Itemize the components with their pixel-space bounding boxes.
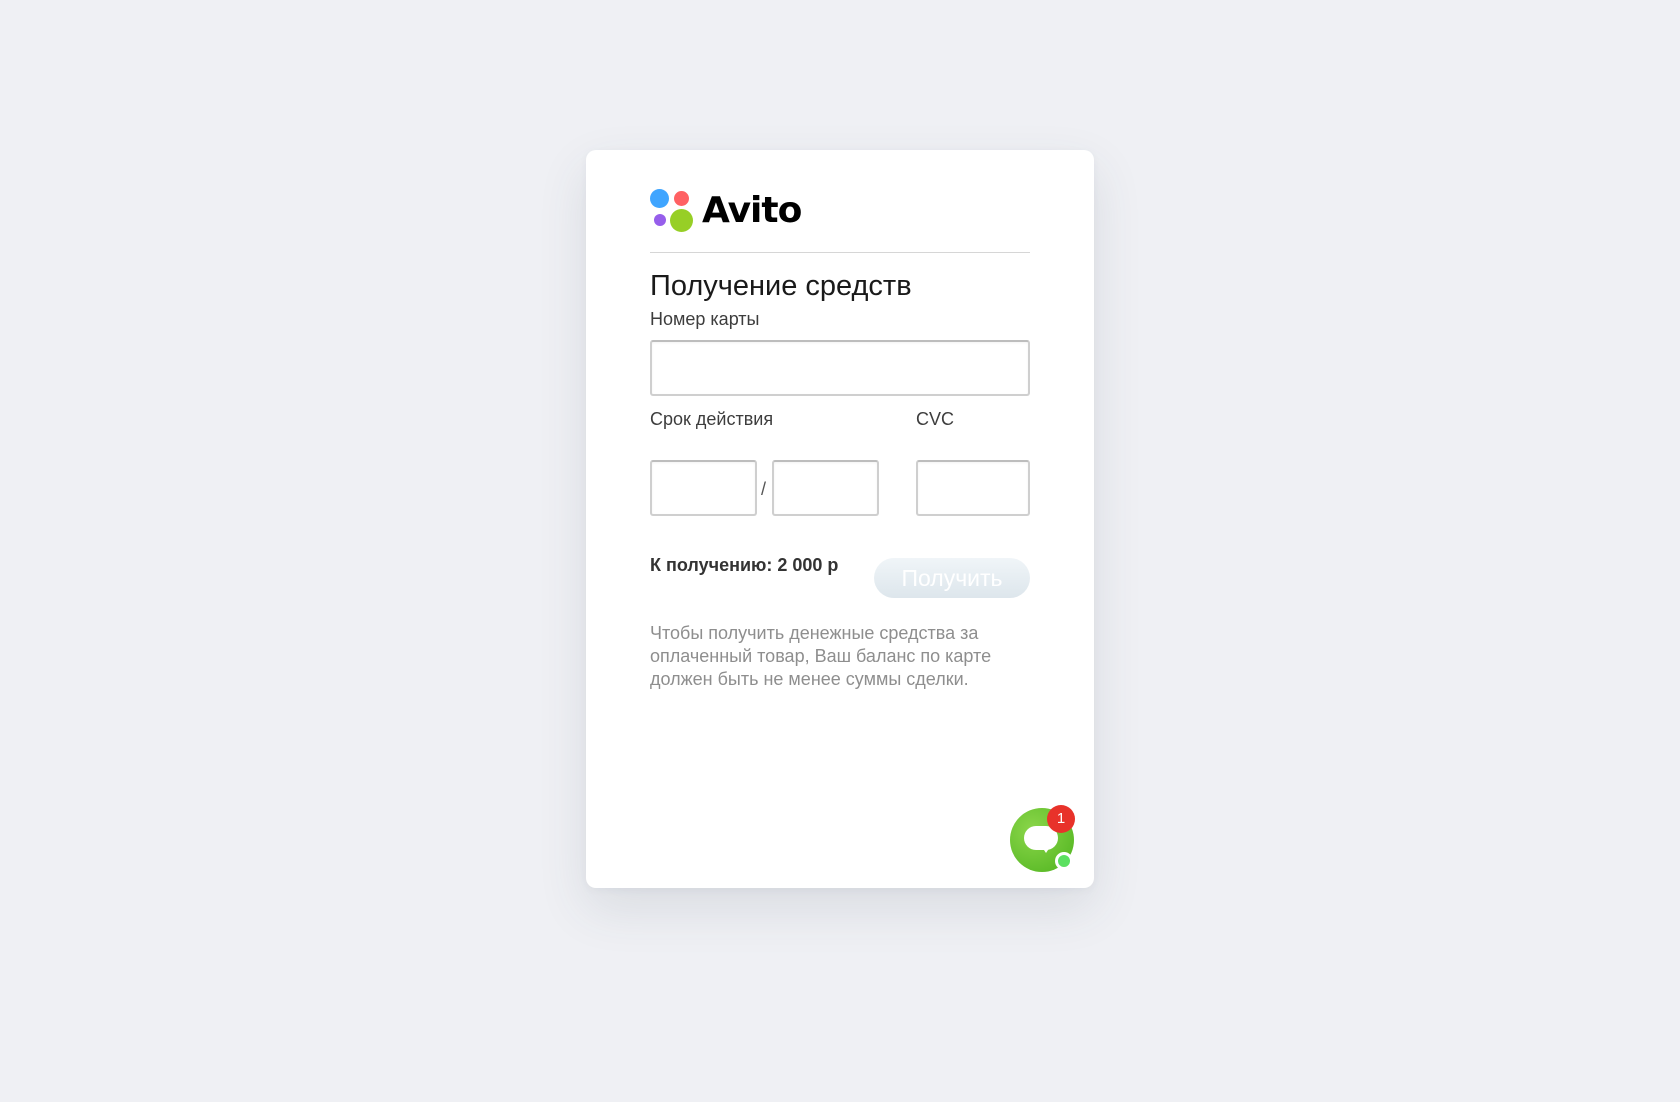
cvc-label: CVC <box>916 409 955 429</box>
receive-button[interactable]: Получить <box>874 558 1030 598</box>
logo-wordmark: Avito <box>702 190 802 231</box>
logo-dot-green <box>670 209 693 232</box>
expiry-label: Срок действия <box>650 409 774 429</box>
header-divider <box>650 252 1030 253</box>
avito-logo: Avito <box>650 188 802 234</box>
expiry-separator: / <box>761 479 767 499</box>
balance-note: Чтобы получить денежные средства за опла… <box>650 623 992 689</box>
unread-badge: 1 <box>1047 805 1075 833</box>
online-status-icon <box>1055 852 1073 870</box>
logo-dot-purple <box>654 214 666 226</box>
expiry-month-input[interactable] <box>650 460 757 516</box>
logo-dot-red <box>674 191 689 206</box>
card-number-input[interactable] <box>650 340 1030 396</box>
payout-card: Avito Получение средств Номер карты Срок… <box>586 150 1094 888</box>
avito-dots-icon <box>650 188 694 234</box>
page-title: Получение средств <box>650 270 912 302</box>
expiry-year-input[interactable] <box>772 460 879 516</box>
chat-bubble-tail <box>1040 844 1052 853</box>
cvc-input[interactable] <box>916 460 1030 516</box>
card-number-label: Номер карты <box>650 309 760 329</box>
logo-dot-blue <box>650 189 669 208</box>
chat-widget-button[interactable]: 1 <box>1010 805 1075 872</box>
payout-amount: К получению: 2 000 р <box>650 555 839 575</box>
